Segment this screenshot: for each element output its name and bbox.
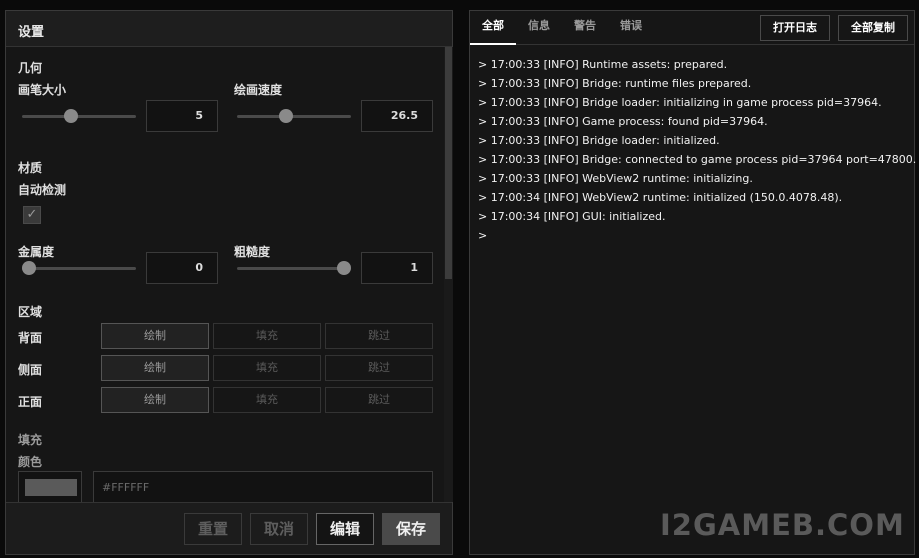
settings-panel: 设置 几何 画笔大小 5 绘画速度 26.5 材质 自动检测 ✓ 金属度 0 粗…: [5, 10, 453, 555]
fill-color-hex-input[interactable]: #FFFFFF: [93, 471, 433, 502]
checkmark-icon: ✓: [26, 207, 38, 222]
auto-detect-checkbox[interactable]: ✓: [23, 206, 41, 224]
roughness-slider[interactable]: [237, 261, 351, 275]
slider-knob[interactable]: [279, 109, 293, 123]
auto-detect-label: 自动检测: [18, 183, 67, 197]
side-draw-option[interactable]: 绘制: [101, 355, 209, 381]
settings-scroll-area[interactable]: 几何 画笔大小 5 绘画速度 26.5 材质 自动检测 ✓ 金属度 0 粗糙度 …: [6, 47, 443, 502]
settings-scrollbar[interactable]: [444, 47, 453, 502]
log-line: > 17:00:33 [INFO] WebView2 runtime: init…: [478, 172, 753, 185]
back-skip-option[interactable]: 跳过: [325, 323, 433, 349]
back-fill-option[interactable]: 填充: [213, 323, 321, 349]
slider-track: [237, 115, 351, 118]
console-header: 全部 信息 警告 错误 打开日志 全部复制: [470, 11, 914, 45]
log-line: > 17:00:34 [INFO] GUI: initialized.: [478, 210, 666, 223]
slider-knob[interactable]: [22, 261, 36, 275]
color-swatch: [25, 479, 77, 496]
metalness-slider[interactable]: [22, 261, 136, 275]
tab-all[interactable]: 全部: [470, 11, 516, 45]
front-skip-option[interactable]: 跳过: [325, 387, 433, 413]
fill-color-swatch-button[interactable]: [18, 471, 82, 502]
roughness-input[interactable]: 1: [361, 252, 433, 284]
settings-title: 设置: [6, 11, 452, 47]
log-line: > 17:00:33 [INFO] Bridge loader: initial…: [478, 96, 882, 109]
copy-all-button[interactable]: 全部复制: [838, 15, 908, 41]
draw-speed-label: 绘画速度: [234, 83, 283, 97]
region-side-label: 侧面: [18, 363, 43, 377]
edit-button[interactable]: 编辑: [316, 513, 374, 545]
side-skip-option[interactable]: 跳过: [325, 355, 433, 381]
log-line: > 17:00:33 [INFO] Bridge loader: initial…: [478, 134, 720, 147]
draw-speed-slider[interactable]: [237, 109, 351, 123]
log-prompt[interactable]: >: [478, 226, 908, 245]
log-line: > 17:00:34 [INFO] WebView2 runtime: init…: [478, 191, 843, 204]
draw-speed-input[interactable]: 26.5: [361, 100, 433, 132]
slider-knob[interactable]: [64, 109, 78, 123]
scrollbar-thumb[interactable]: [445, 47, 452, 279]
watermark-text: I2GAMEB.COM: [660, 508, 905, 542]
log-line: > 17:00:33 [INFO] Runtime assets: prepar…: [478, 58, 728, 71]
slider-knob[interactable]: [337, 261, 351, 275]
console-panel: 全部 信息 警告 错误 打开日志 全部复制 > 17:00:33 [INFO] …: [469, 10, 917, 555]
geometry-section-label: 几何: [18, 61, 43, 75]
fill-color-label: 颜色: [18, 455, 43, 469]
log-line: > 17:00:33 [INFO] Bridge: runtime files …: [478, 77, 752, 90]
brush-size-slider[interactable]: [22, 109, 136, 123]
brush-size-label: 画笔大小: [18, 83, 67, 97]
cancel-button[interactable]: 取消: [250, 513, 308, 545]
back-draw-option[interactable]: 绘制: [101, 323, 209, 349]
open-log-button[interactable]: 打开日志: [760, 15, 830, 41]
front-draw-option[interactable]: 绘制: [101, 387, 209, 413]
log-output[interactable]: > 17:00:33 [INFO] Runtime assets: prepar…: [478, 55, 917, 245]
front-fill-option[interactable]: 填充: [213, 387, 321, 413]
log-line: > 17:00:33 [INFO] Game process: found pi…: [478, 115, 768, 128]
region-front-label: 正面: [18, 395, 43, 409]
fill-section-label: 填充: [18, 433, 43, 447]
region-section-label: 区域: [18, 305, 43, 319]
metalness-input[interactable]: 0: [146, 252, 218, 284]
roughness-label: 粗糙度: [234, 245, 271, 259]
tab-error[interactable]: 错误: [620, 11, 642, 45]
slider-track: [22, 115, 136, 118]
region-back-label: 背面: [18, 331, 43, 345]
side-fill-option[interactable]: 填充: [213, 355, 321, 381]
metalness-label: 金属度: [18, 245, 55, 259]
tab-warning[interactable]: 警告: [574, 11, 596, 45]
reset-button[interactable]: 重置: [184, 513, 242, 545]
save-button[interactable]: 保存: [382, 513, 440, 545]
slider-track: [22, 267, 136, 270]
material-section-label: 材质: [18, 161, 43, 175]
slider-track: [237, 267, 351, 270]
brush-size-input[interactable]: 5: [146, 100, 218, 132]
settings-footer: 重置 取消 编辑 保存: [6, 502, 452, 554]
tab-info[interactable]: 信息: [528, 11, 550, 45]
log-line: > 17:00:33 [INFO] Bridge: connected to g…: [478, 153, 917, 166]
